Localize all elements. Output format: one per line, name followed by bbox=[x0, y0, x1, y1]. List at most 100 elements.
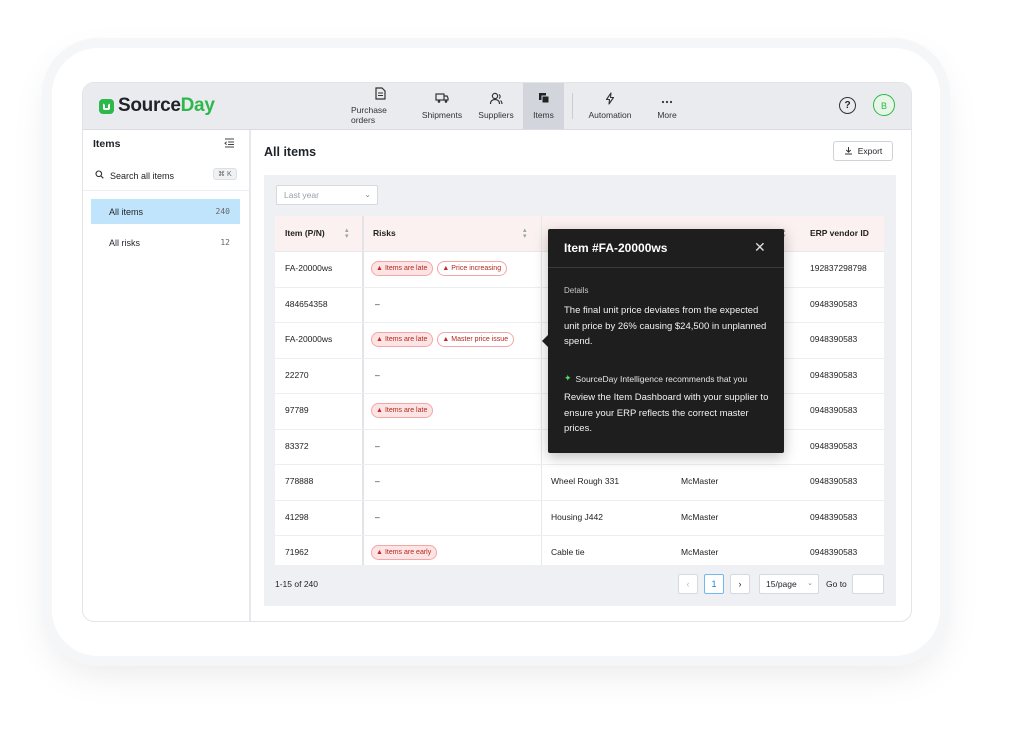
nav-label: Items bbox=[533, 110, 554, 120]
nav-label: Suppliers bbox=[478, 110, 514, 120]
risk-badge-label: Items are late bbox=[384, 265, 428, 273]
cell-erp-vendor-id: 0948390583 bbox=[810, 547, 858, 557]
risk-badge-label: Items are late bbox=[384, 336, 428, 344]
warning-icon: ▲ bbox=[442, 336, 450, 344]
file-icon bbox=[374, 87, 386, 103]
search-all-items[interactable]: Search all items bbox=[95, 170, 174, 181]
column-header-item-pn[interactable]: Item (P/N) bbox=[285, 216, 325, 251]
cell-supplier: McMaster bbox=[681, 547, 719, 557]
risk-badge[interactable]: ▲ Items are late bbox=[371, 261, 434, 277]
cell-erp-vendor-id: 0948390583 bbox=[810, 334, 858, 344]
sidebar-item-count: 12 bbox=[220, 238, 230, 247]
chevron-down-icon: ⌄ bbox=[807, 580, 813, 587]
column-header-risks[interactable]: Risks bbox=[373, 216, 396, 251]
cell-item-pn: 83372 bbox=[285, 440, 309, 451]
cell-description: Wheel Rough 331 bbox=[551, 476, 620, 486]
sidebar-item-count: 240 bbox=[215, 207, 230, 216]
warning-icon: ▲ bbox=[376, 549, 383, 557]
sourceday-logo[interactable]: SourceDay bbox=[99, 95, 215, 117]
date-range-value: Last year bbox=[284, 190, 319, 200]
nav-more[interactable]: More bbox=[639, 83, 695, 129]
empty-value: – bbox=[375, 511, 380, 522]
column-header-erp-vendor-id[interactable]: ERP vendor ID bbox=[810, 216, 869, 251]
cell-item-pn: 97789 bbox=[285, 405, 309, 415]
cell-supplier: McMaster bbox=[681, 476, 719, 486]
empty-value: – bbox=[375, 440, 380, 451]
export-button[interactable]: Export bbox=[833, 141, 893, 161]
nav-items[interactable]: Items bbox=[523, 83, 564, 129]
cell-item-pn: 22270 bbox=[285, 369, 309, 380]
sidebar-item-label: All risks bbox=[109, 237, 140, 248]
risk-badge[interactable]: ▲ Items are late bbox=[371, 332, 434, 348]
popover-title: Item #FA-20000ws bbox=[564, 241, 668, 255]
table-row[interactable]: 41298 – Housing J442 McMaster 0948390583 bbox=[275, 500, 884, 536]
next-page-button[interactable]: › bbox=[730, 574, 750, 594]
risk-badge-label: Items are early bbox=[384, 549, 432, 557]
go-to-label: Go to bbox=[826, 579, 847, 589]
risk-badge[interactable]: ▲ Items are early bbox=[371, 545, 438, 561]
nav-purchase-orders[interactable]: Purchase orders bbox=[345, 83, 415, 129]
close-icon[interactable]: ✕ bbox=[754, 239, 766, 256]
cell-risks: ▲ Items are late ▲ Price increasing bbox=[371, 251, 511, 286]
page-title: All items bbox=[264, 145, 317, 159]
nav-label: More bbox=[657, 110, 677, 120]
risk-details-popover: Item #FA-20000ws ✕ Details The final uni… bbox=[542, 229, 784, 453]
sidebar: Items Search all items ⌘ K All items 240… bbox=[83, 130, 251, 621]
cell-item-pn: 71962 bbox=[285, 547, 309, 557]
risk-badge[interactable]: ▲ Master price issue bbox=[437, 332, 515, 348]
truck-icon bbox=[435, 92, 449, 108]
sort-icon[interactable]: ▴▾ bbox=[345, 227, 349, 240]
sort-icon[interactable]: ▴▾ bbox=[523, 227, 527, 240]
search-icon bbox=[95, 170, 104, 181]
cell-risks: ▲ Items are late ▲ Master price issue bbox=[371, 322, 518, 357]
export-label: Export bbox=[857, 146, 883, 156]
collapse-sidebar-icon[interactable] bbox=[224, 137, 235, 151]
cell-erp-vendor-id: 0948390583 bbox=[810, 369, 858, 380]
cell-item-pn: 484654358 bbox=[285, 298, 328, 309]
cell-erp-vendor-id: 0948390583 bbox=[810, 405, 858, 415]
table-row[interactable]: 71962 ▲ Items are early Cable tie McMaster 09… bbox=[275, 535, 884, 565]
cell-item-pn: 41298 bbox=[285, 511, 309, 522]
nav-label: Shipments bbox=[421, 110, 463, 120]
page-size-select[interactable]: 15/page ⌄ bbox=[759, 574, 819, 594]
sidebar-item-all-items[interactable]: All items 240 bbox=[91, 199, 240, 224]
warning-icon: ▲ bbox=[376, 265, 383, 273]
main-nav: Purchase orders Shipments Suppliers Item… bbox=[345, 83, 695, 129]
risk-badge[interactable]: ▲ Items are late bbox=[371, 403, 434, 419]
go-to-page-input[interactable] bbox=[852, 574, 884, 594]
cell-risks: – bbox=[371, 358, 380, 393]
sidebar-divider bbox=[83, 190, 249, 191]
cell-description: Cable tie bbox=[551, 547, 585, 557]
top-bar: SourceDay Purchase orders Shipments Supp… bbox=[83, 83, 911, 130]
chevron-down-icon: ⌄ bbox=[364, 190, 371, 199]
sidebar-item-all-risks[interactable]: All risks 12 bbox=[91, 230, 240, 255]
logo-text-day: Day bbox=[180, 95, 215, 116]
sourceday-logo-icon bbox=[99, 98, 114, 114]
sidebar-item-label: All items bbox=[109, 206, 144, 217]
nav-automation[interactable]: Automation bbox=[581, 83, 639, 129]
date-range-select[interactable]: Last year ⌄ bbox=[276, 185, 378, 205]
cell-risks: ▲ Items are late bbox=[371, 393, 437, 428]
nav-suppliers[interactable]: Suppliers bbox=[469, 83, 523, 129]
items-icon bbox=[538, 92, 550, 108]
sparkle-icon: ✦ bbox=[564, 373, 572, 383]
details-label: Details bbox=[564, 286, 589, 295]
page-number-button[interactable]: 1 bbox=[704, 574, 724, 594]
recommendation-label: SourceDay Intelligence recommends that y… bbox=[575, 373, 748, 384]
recommendation-text: Review the Item Dashboard with your supp… bbox=[564, 392, 769, 434]
risk-badge-label: Items are late bbox=[384, 407, 428, 415]
risk-badge[interactable]: ▲ Price increasing bbox=[437, 261, 508, 277]
cell-erp-vendor-id: 0948390583 bbox=[810, 476, 858, 486]
prev-page-button[interactable]: ‹ bbox=[678, 574, 698, 594]
nav-shipments[interactable]: Shipments bbox=[415, 83, 469, 129]
avatar[interactable]: B bbox=[873, 94, 895, 116]
table-row[interactable]: 778888 – Wheel Rough 331 McMaster 0948390583 bbox=[275, 464, 884, 501]
more-icon bbox=[661, 92, 673, 108]
download-icon bbox=[844, 146, 853, 157]
help-icon[interactable]: ? bbox=[839, 97, 856, 114]
cell-risks: – bbox=[371, 429, 380, 464]
logo-text-source: Source bbox=[118, 95, 181, 116]
cell-erp-vendor-id: 0948390583 bbox=[810, 440, 858, 451]
search-shortcut: ⌘ K bbox=[213, 168, 237, 180]
results-count: 1-15 of 240 bbox=[275, 579, 319, 589]
